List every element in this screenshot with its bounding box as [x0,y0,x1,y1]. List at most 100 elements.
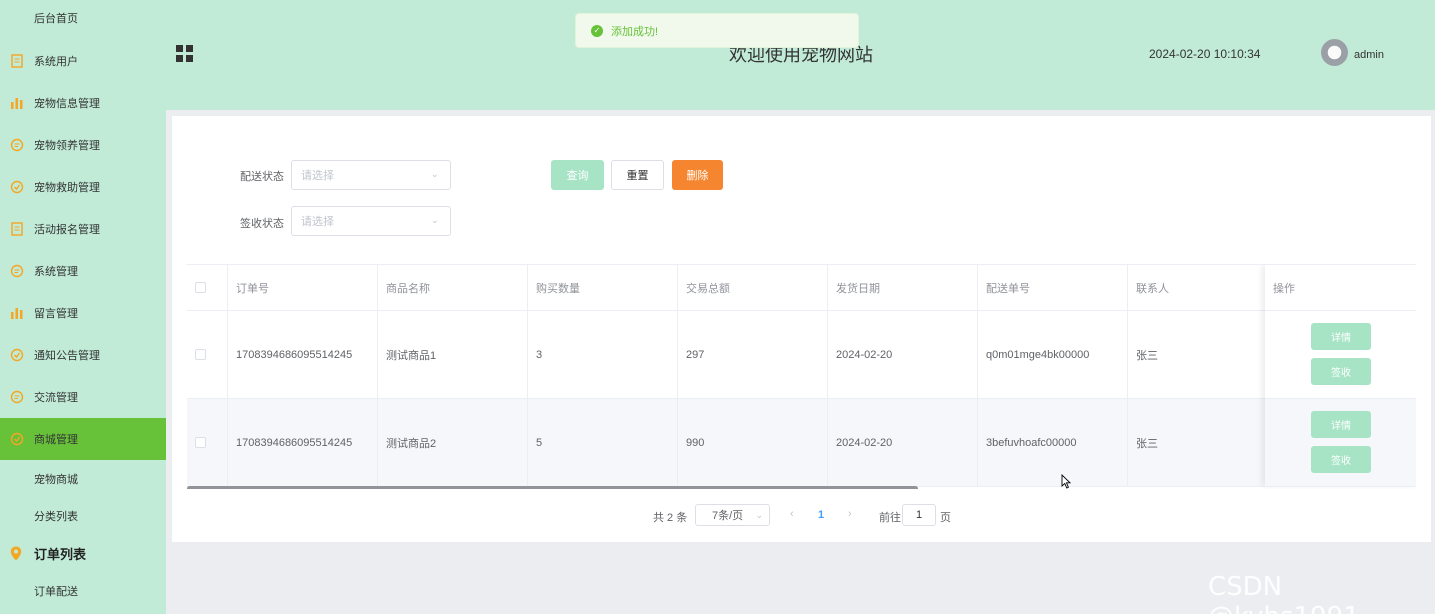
main-panel: 配送状态 请选择 ⌄ 签收状态 请选择 ⌄ 查询 重置 删除 订单号 商品名称 … [172,116,1431,542]
product-cell: 测试商品1 [378,311,528,398]
prev-page-button[interactable]: ‹ [790,508,794,520]
select-all-checkbox[interactable] [195,282,206,293]
pagination: 共 2 条 7条/页 ⌄ ‹ 1 › 前往 1 页 [172,504,1431,528]
sidebar: 后台首页 系统用户 宠物信息管理 宠物领养管理 宠物救助管理 活动报名管理 系统… [0,0,166,614]
table-header-checkbox-cell [187,265,228,310]
sidebar-item-system-manage[interactable]: 系统管理 [0,250,166,292]
chevron-down-icon: ⌄ [755,510,763,520]
sidebar-subitem-order-delivery[interactable]: 订单配送 [0,572,166,610]
bar-chart-icon [10,96,24,110]
row-checkbox[interactable] [195,349,206,360]
sidebar-item-label: 通知公告管理 [34,350,100,362]
horizontal-scrollbar[interactable] [187,486,918,489]
delete-button[interactable]: 删除 [672,160,723,190]
sidebar-item-notices[interactable]: 通知公告管理 [0,334,166,376]
receipt-status-placeholder: 请选择 [301,216,334,228]
location-pin-icon [10,546,22,561]
sidebar-item-pet-rescue[interactable]: 宠物救助管理 [0,166,166,208]
detail-button[interactable]: 详情 [1311,411,1371,438]
avatar[interactable] [1321,39,1348,66]
column-header[interactable]: 配送单号 [978,265,1128,310]
page-suffix: 页 [940,512,951,524]
sidebar-item-exchange[interactable]: 交流管理 [0,376,166,418]
delivery-status-label: 配送状态 [240,171,284,183]
receipt-status-label: 签收状态 [240,218,284,230]
username[interactable]: admin [1354,49,1384,61]
chevron-down-icon: ⌄ [431,215,439,225]
sidebar-item-activity-signup[interactable]: 活动报名管理 [0,208,166,250]
contact-cell: 张三 [1128,399,1268,486]
sidebar-item-home[interactable]: 后台首页 [0,0,166,39]
reset-button[interactable]: 重置 [611,160,664,190]
sidebar-item-label: 活动报名管理 [34,224,100,236]
column-header[interactable]: 发货日期 [828,265,978,310]
table-row[interactable]: 1708394686095514245 测试商品1 3 297 2024-02-… [187,311,1416,399]
sign-button[interactable]: 签收 [1311,446,1371,473]
table-row-checkbox-cell [187,399,228,486]
home-icon [10,11,24,25]
sidebar-item-label: 宠物救助管理 [34,182,100,194]
order-no-cell: 1708394686095514245 [228,311,378,398]
qty-cell: 5 [528,399,678,486]
column-header[interactable]: 购买数量 [528,265,678,310]
grid-menu-icon[interactable] [176,45,193,62]
column-header[interactable]: 商品名称 [378,265,528,310]
goto-label: 前往 [879,512,901,524]
datetime: 2024-02-20 10:10:34 [1149,47,1261,61]
ship-date-cell: 2024-02-20 [828,311,978,398]
delivery-no-cell: 3befuvhoafc00000 [978,399,1128,486]
mouse-cursor-icon [1061,474,1071,489]
qty-cell: 3 [528,311,678,398]
page-size-value: 7条/页 [712,510,744,522]
chat-icon [10,390,24,404]
chat-icon [10,138,24,152]
sidebar-item-label: 宠物信息管理 [34,98,100,110]
sidebar-subitem-order-list[interactable]: 订单列表 [0,534,166,572]
column-header[interactable]: 交易总额 [678,265,828,310]
column-header: 操作 [1265,265,1416,311]
sidebar-item-mall[interactable]: 商城管理 [0,418,166,460]
table-header: 订单号 商品名称 购买数量 交易总额 发货日期 配送单号 联系人 [187,265,1416,311]
delivery-status-select[interactable]: 请选择 ⌄ [291,160,451,190]
sidebar-subitem-category-list[interactable]: 分类列表 [0,497,166,535]
chat-icon [10,264,24,278]
goto-page-input[interactable]: 1 [902,504,936,526]
sign-button[interactable]: 签收 [1311,358,1371,385]
table-row[interactable]: 1708394686095514245 测试商品2 5 990 2024-02-… [187,399,1416,487]
receipt-status-select[interactable]: 请选择 ⌄ [291,206,451,236]
product-cell: 测试商品2 [378,399,528,486]
total-cell: 297 [678,311,828,398]
delivery-status-placeholder: 请选择 [301,170,334,182]
sidebar-item-system-users[interactable]: 系统用户 [0,40,166,82]
search-button[interactable]: 查询 [551,160,604,190]
sidebar-item-pet-info[interactable]: 宠物信息管理 [0,82,166,124]
sidebar-item-label: 后台首页 [34,13,78,25]
orders-table: 订单号 商品名称 购买数量 交易总额 发货日期 配送单号 联系人 1708394… [187,264,1416,489]
sidebar-item-messages[interactable]: 留言管理 [0,292,166,334]
sidebar-subitem-label: 分类列表 [34,511,78,523]
sidebar-item-label: 留言管理 [34,308,78,320]
contact-cell: 张三 [1128,311,1268,398]
order-no-cell: 1708394686095514245 [228,399,378,486]
column-header[interactable]: 联系人 [1128,265,1268,310]
check-circle-icon [10,180,24,194]
total-count: 共 2 条 [653,512,688,524]
sidebar-subitem-pet-mall[interactable]: 宠物商城 [0,460,166,498]
page-size-select[interactable]: 7条/页 ⌄ [695,504,770,526]
document-icon [10,54,24,68]
next-page-button[interactable]: › [848,508,852,520]
total-cell: 990 [678,399,828,486]
document-icon [10,222,24,236]
page-number-1[interactable]: 1 [818,509,824,521]
sidebar-item-pet-adoption[interactable]: 宠物领养管理 [0,124,166,166]
success-toast: ✓ 添加成功! [575,13,859,48]
watermark: CSDN @kybs1991 [1208,572,1360,614]
sidebar-item-label: 系统用户 [34,56,78,68]
column-header[interactable]: 订单号 [228,265,378,310]
row-checkbox[interactable] [195,437,206,448]
sidebar-item-label: 交流管理 [34,392,78,404]
check-circle-icon [10,348,24,362]
toast-message: 添加成功! [611,25,659,38]
detail-button[interactable]: 详情 [1311,323,1371,350]
operations-column: 操作 详情 签收 详情 签收 [1265,265,1416,487]
